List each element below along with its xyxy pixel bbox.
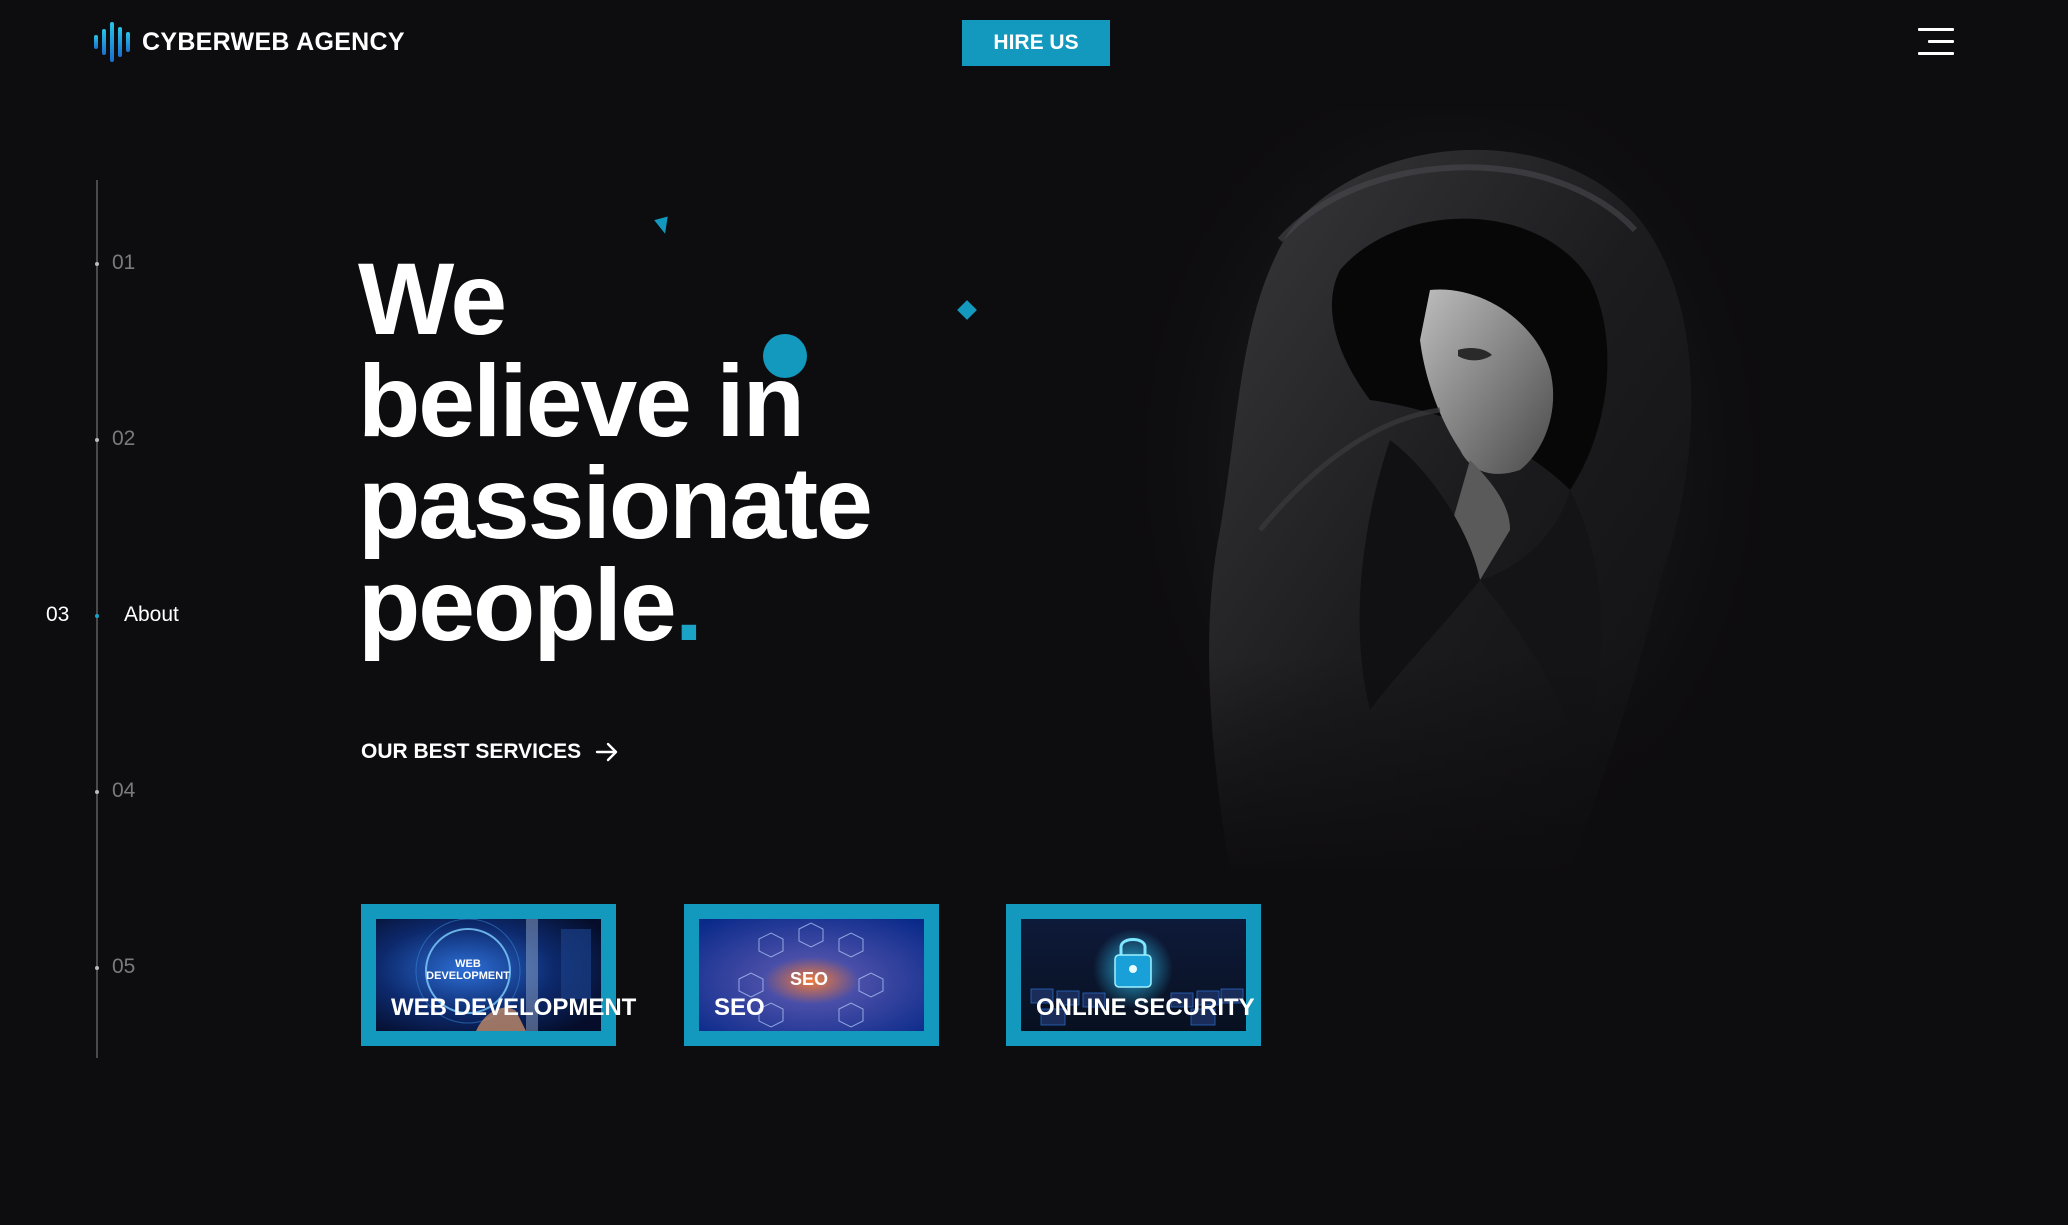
rail-item-04[interactable]: 04 xyxy=(0,777,240,807)
rail-dot xyxy=(95,790,99,794)
hero-line-4: people. xyxy=(358,554,1118,656)
arrow-right-icon xyxy=(595,742,618,762)
page: CYBERWEB AGENCY HIRE US 01 02 03 About 0… xyxy=(0,0,2068,1225)
rail-number: 03 xyxy=(46,603,70,626)
rail-label: About xyxy=(124,603,179,626)
thumb-label: SEO xyxy=(790,969,828,989)
service-card-seo[interactable]: SEO SEO xyxy=(684,904,939,1046)
card-title: WEB DEVELOPMENT xyxy=(391,994,637,1021)
service-card-online-security[interactable]: ONLINE SECURITY xyxy=(1006,904,1261,1046)
hero-line-2: believe in xyxy=(358,344,805,458)
hero-line-3: passionate xyxy=(358,446,873,560)
rail-dot xyxy=(95,966,99,970)
rail-dot-active xyxy=(95,614,99,618)
rail-number: 04 xyxy=(112,779,136,802)
service-card-web-development[interactable]: WEB DEVELOPMENT WEB DEVELOPMENT xyxy=(361,904,636,1046)
rail-dot xyxy=(95,438,99,442)
hero-title: We believe in passionate people. xyxy=(358,248,1118,656)
card-title: SEO xyxy=(714,994,765,1021)
hero-line-4-text: people xyxy=(358,548,677,662)
rail-item-01[interactable]: 01 xyxy=(0,249,240,279)
services-link-label: OUR BEST SERVICES xyxy=(361,740,582,763)
our-best-services-link[interactable]: OUR BEST SERVICES xyxy=(361,740,619,764)
triangle-decoration xyxy=(654,216,672,236)
rail-dot xyxy=(95,262,99,266)
hero-line-1: We xyxy=(358,242,507,356)
rail-number: 05 xyxy=(112,955,136,978)
brand-name: CYBERWEB AGENCY xyxy=(142,27,405,56)
hire-us-button[interactable]: HIRE US xyxy=(962,20,1110,66)
rail-item-about[interactable]: 03 About xyxy=(0,601,240,631)
rail-number: 02 xyxy=(112,427,136,450)
sound-wave-icon xyxy=(94,20,130,64)
hamburger-menu-icon[interactable] xyxy=(1918,28,1954,58)
card-title: ONLINE SECURITY xyxy=(1036,994,1255,1021)
accent-period: . xyxy=(674,548,703,662)
hooded-figure-image xyxy=(1140,110,1760,890)
logo[interactable]: CYBERWEB AGENCY xyxy=(94,20,405,64)
rail-item-02[interactable]: 02 xyxy=(0,425,240,455)
rail-item-05[interactable]: 05 xyxy=(0,953,240,983)
rail-number: 01 xyxy=(112,251,136,274)
